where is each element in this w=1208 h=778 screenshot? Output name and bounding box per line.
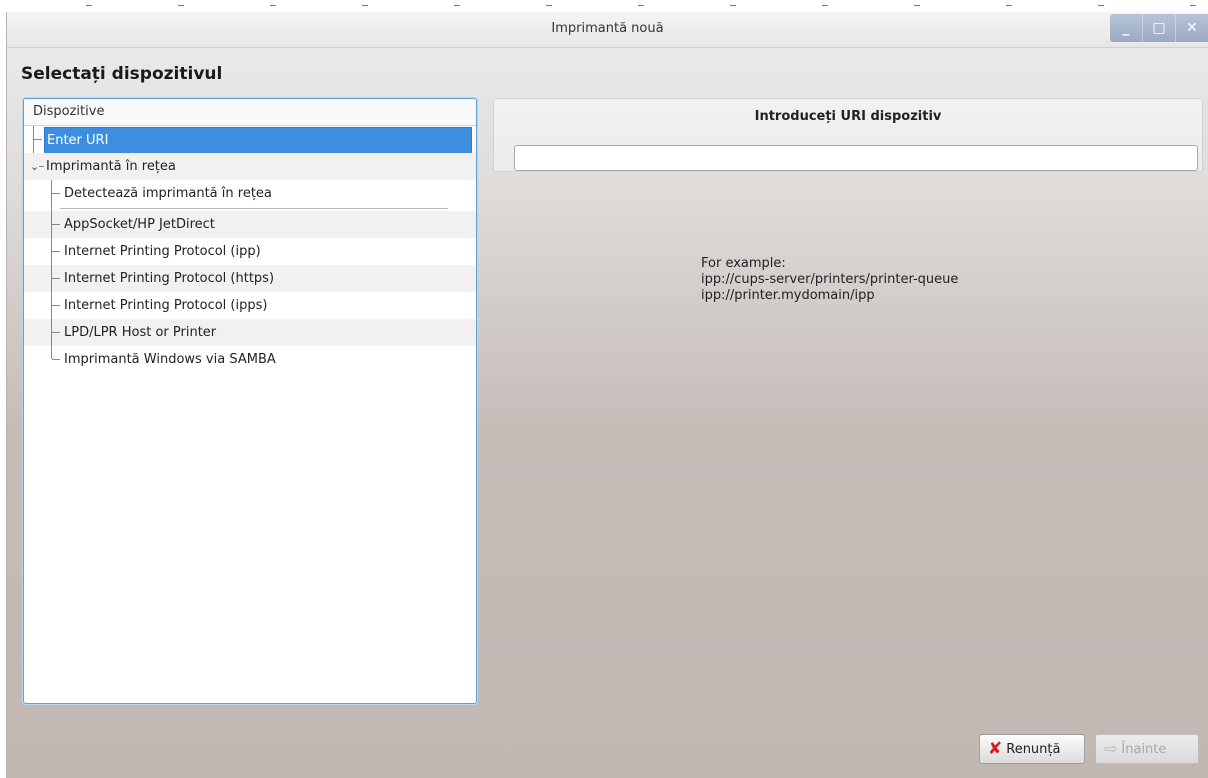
- tree-branch-line: [51, 180, 61, 207]
- tree-item-label: Internet Printing Protocol (https): [64, 271, 275, 286]
- tree-item-ipp[interactable]: Internet Printing Protocol (ipp): [24, 238, 476, 265]
- tree-separator: [60, 208, 448, 209]
- x-icon: ✘: [988, 738, 1003, 759]
- new-printer-window: Imprimantă nouă _ □ ✕ Selectați dispozit…: [6, 12, 1208, 778]
- tree-branch-line: [51, 238, 61, 265]
- arrow-right-icon: ⇨: [1104, 739, 1118, 758]
- tree-item-label: Internet Printing Protocol (ipp): [64, 244, 261, 259]
- tree-item-detect-network-printer[interactable]: Detectează imprimantă în rețea: [24, 180, 476, 207]
- example-line: ipp://printer.mydomain/ipp: [701, 288, 875, 303]
- tree-item-label: Detectează imprimantă în rețea: [64, 186, 272, 201]
- tree-branch-line: [51, 319, 61, 346]
- tree-branch-line: [51, 346, 61, 360]
- window-controls: _ □ ✕: [1110, 14, 1208, 42]
- tree-item-appsocket[interactable]: AppSocket/HP JetDirect: [24, 211, 476, 238]
- device-tree[interactable]: Dispozitive Enter URI ⌄ Imprimantă în re…: [23, 98, 477, 704]
- tree-item-samba[interactable]: Imprimantă Windows via SAMBA: [24, 346, 476, 373]
- tree-item-lpd[interactable]: LPD/LPR Host or Printer: [24, 319, 476, 346]
- chevron-down-icon[interactable]: ⌄: [30, 153, 39, 180]
- tree-branch-line: [51, 211, 61, 238]
- example-line: For example:: [701, 256, 786, 271]
- close-button[interactable]: ✕: [1175, 14, 1208, 42]
- title-bar[interactable]: Imprimantă nouă _ □ ✕: [7, 12, 1208, 48]
- example-line: ipp://cups-server/printers/printer-queue: [701, 272, 959, 287]
- tree-item-label: Internet Printing Protocol (ipps): [64, 298, 268, 313]
- forward-button[interactable]: ⇨ Înainte: [1095, 734, 1199, 764]
- window-title: Imprimantă nouă: [551, 21, 664, 36]
- tree-branch-line: [33, 126, 43, 153]
- tree-column-header[interactable]: Dispozitive: [24, 99, 476, 126]
- tree-item-ipps[interactable]: Internet Printing Protocol (ipps): [24, 292, 476, 319]
- uri-panel: Introduceți URI dispozitiv: [493, 98, 1203, 172]
- uri-panel-title: Introduceți URI dispozitiv: [754, 109, 942, 124]
- tree-item-enter-uri[interactable]: Enter URI: [24, 126, 476, 154]
- tree-item-https[interactable]: Internet Printing Protocol (https): [24, 265, 476, 292]
- uri-example-text: For example: ipp://cups-server/printers/…: [701, 256, 958, 304]
- tree-branch-line: [51, 292, 61, 319]
- tree-branch-line: [39, 166, 44, 167]
- minimize-button[interactable]: _: [1110, 14, 1142, 42]
- tree-branch-line: [51, 265, 61, 292]
- tree-item-label: Imprimantă Windows via SAMBA: [64, 352, 276, 367]
- maximize-button[interactable]: □: [1142, 14, 1175, 42]
- device-uri-input[interactable]: [514, 145, 1198, 171]
- forward-button-label: Înainte: [1121, 741, 1167, 757]
- cancel-button[interactable]: ✘ Renunță: [979, 734, 1085, 764]
- tree-item-label: Enter URI: [44, 127, 472, 154]
- tree-item-label: Imprimantă în rețea: [46, 159, 176, 174]
- cancel-button-label: Renunță: [1006, 741, 1061, 757]
- tree-item-label: AppSocket/HP JetDirect: [64, 217, 215, 232]
- tree-item-label: LPD/LPR Host or Printer: [64, 325, 217, 340]
- page-title: Selectați dispozitivul: [21, 64, 223, 84]
- tree-item-network-printer[interactable]: ⌄ Imprimantă în rețea: [24, 153, 476, 180]
